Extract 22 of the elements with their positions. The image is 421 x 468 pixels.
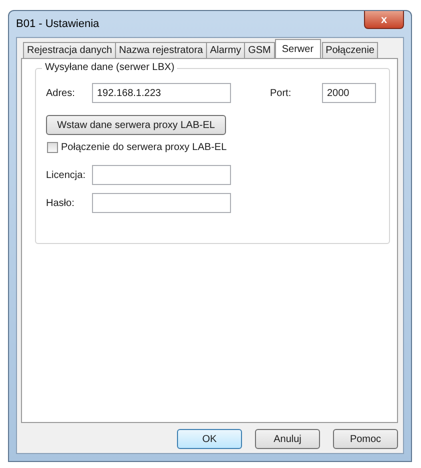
license-label: Licencja: <box>46 170 86 180</box>
tab[interactable]: Rejestracja danych <box>23 42 116 58</box>
dialog-button[interactable]: OK <box>177 429 242 449</box>
tab[interactable]: GSM <box>244 42 275 58</box>
tab[interactable]: Alarmy <box>206 42 246 58</box>
dialog-button[interactable]: Anuluj <box>255 429 320 449</box>
tab[interactable]: Nazwa rejestratora <box>115 42 207 58</box>
license-field[interactable] <box>92 165 231 185</box>
group-title: Wysyłane dane (serwer LBX) <box>42 62 178 73</box>
dialog-button[interactable]: Pomoc <box>333 429 398 449</box>
password-field[interactable] <box>92 193 231 213</box>
tab[interactable]: Serwer <box>274 39 321 58</box>
checkbox[interactable] <box>47 142 58 153</box>
checkbox-label: Połączenie do serwera proxy LAB-EL <box>61 142 227 153</box>
proxy-button[interactable]: Wstaw dane serwera proxy LAB-EL <box>46 115 226 135</box>
window-title: B01 - Ustawienia <box>16 18 100 30</box>
address-field[interactable]: 192.168.1.223 <box>92 83 231 103</box>
port-field[interactable]: 2000 <box>322 83 376 103</box>
tab[interactable]: Połączenie <box>322 42 378 58</box>
port-label: Port: <box>270 88 292 98</box>
password-label: Hasło: <box>46 198 76 208</box>
address-label: Adres: <box>46 88 76 98</box>
